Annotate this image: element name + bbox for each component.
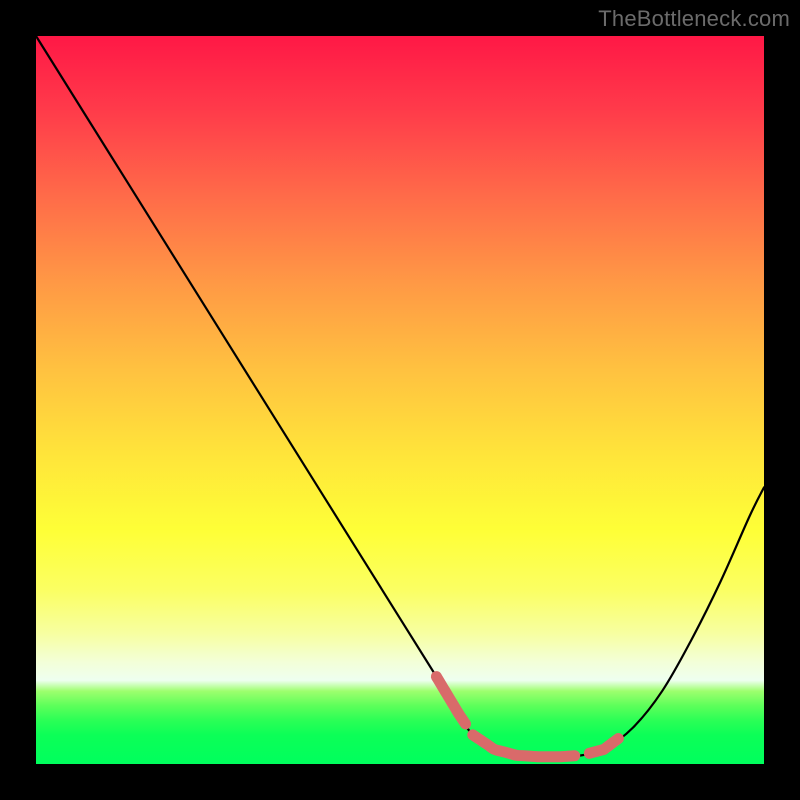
highlight-segments — [436, 677, 618, 757]
highlight-segment — [436, 677, 465, 724]
curve-layer — [36, 36, 764, 764]
watermark-label: TheBottleneck.com — [598, 6, 790, 32]
highlight-segment — [473, 735, 575, 757]
highlight-segment — [589, 739, 618, 754]
bottleneck-curve — [36, 36, 764, 757]
plot-area — [36, 36, 764, 764]
chart-frame: TheBottleneck.com — [0, 0, 800, 800]
